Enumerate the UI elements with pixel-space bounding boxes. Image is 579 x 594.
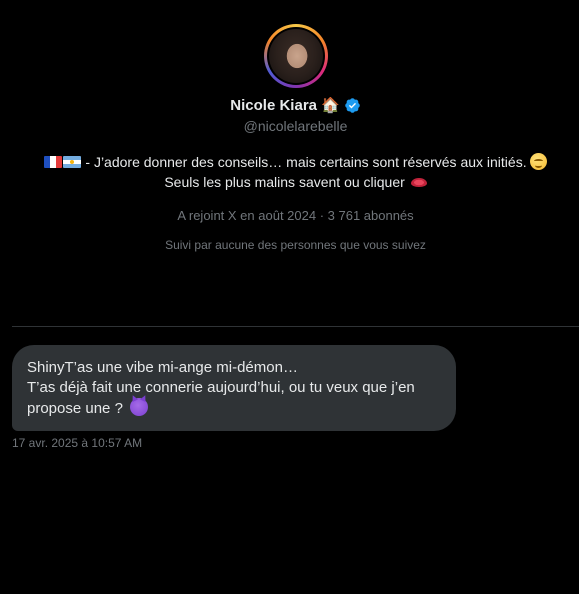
joined-followers-info: A rejoint X en août 2024 · 3 761 abonnés [177,208,414,223]
avatar[interactable] [263,24,328,88]
avatar-inner [266,27,325,85]
message-line-2: T’as déjà fait une connerie aujourd’hui,… [27,379,415,396]
bio-text-2: Seuls les plus malins savent ou cliquer [164,174,409,190]
name-row[interactable]: Nicole Kiara 🏠 [230,97,360,114]
verified-check-icon [344,98,360,113]
flag-france-icon [43,156,62,168]
smirk-face-icon [530,153,548,170]
house-emoji-icon: 🏠 [321,97,340,114]
message-line-3: propose une ? [27,398,440,419]
message-text-3: propose une ? [27,400,128,417]
display-name[interactable]: Nicole Kiara [230,97,317,114]
profile-photo [268,29,323,83]
lips-icon [410,178,427,187]
bio-line-1: - J’adore donner des conseils… mais cert… [12,152,579,172]
message-bubble[interactable]: ShinyT’as une vibe mi-ange mi-démon… T’a… [12,345,456,431]
smiling-devil-icon [130,398,149,416]
dm-conversation-view: Nicole Kiara 🏠 @nicolelarebelle - J’ador… [0,0,579,594]
bio-line-2: Seuls les plus malins savent ou cliquer [12,172,579,192]
message-line-1: ShinyT’as une vibe mi-ange mi-démon… [27,359,298,376]
followed-by-info: Suivi par aucune des personnes que vous … [165,238,426,252]
profile-handle[interactable]: @nicolelarebelle [244,118,348,134]
profile-header: Nicole Kiara 🏠 @nicolelarebelle - J’ador… [12,0,579,252]
bio-text-1: - J’adore donner des conseils… mais cert… [81,154,531,170]
message-timestamp: 17 avr. 2025 à 10:57 AM [12,436,143,450]
flag-argentina-icon [62,156,81,168]
divider [12,326,579,327]
profile-bio: - J’adore donner des conseils… mais cert… [12,152,579,192]
